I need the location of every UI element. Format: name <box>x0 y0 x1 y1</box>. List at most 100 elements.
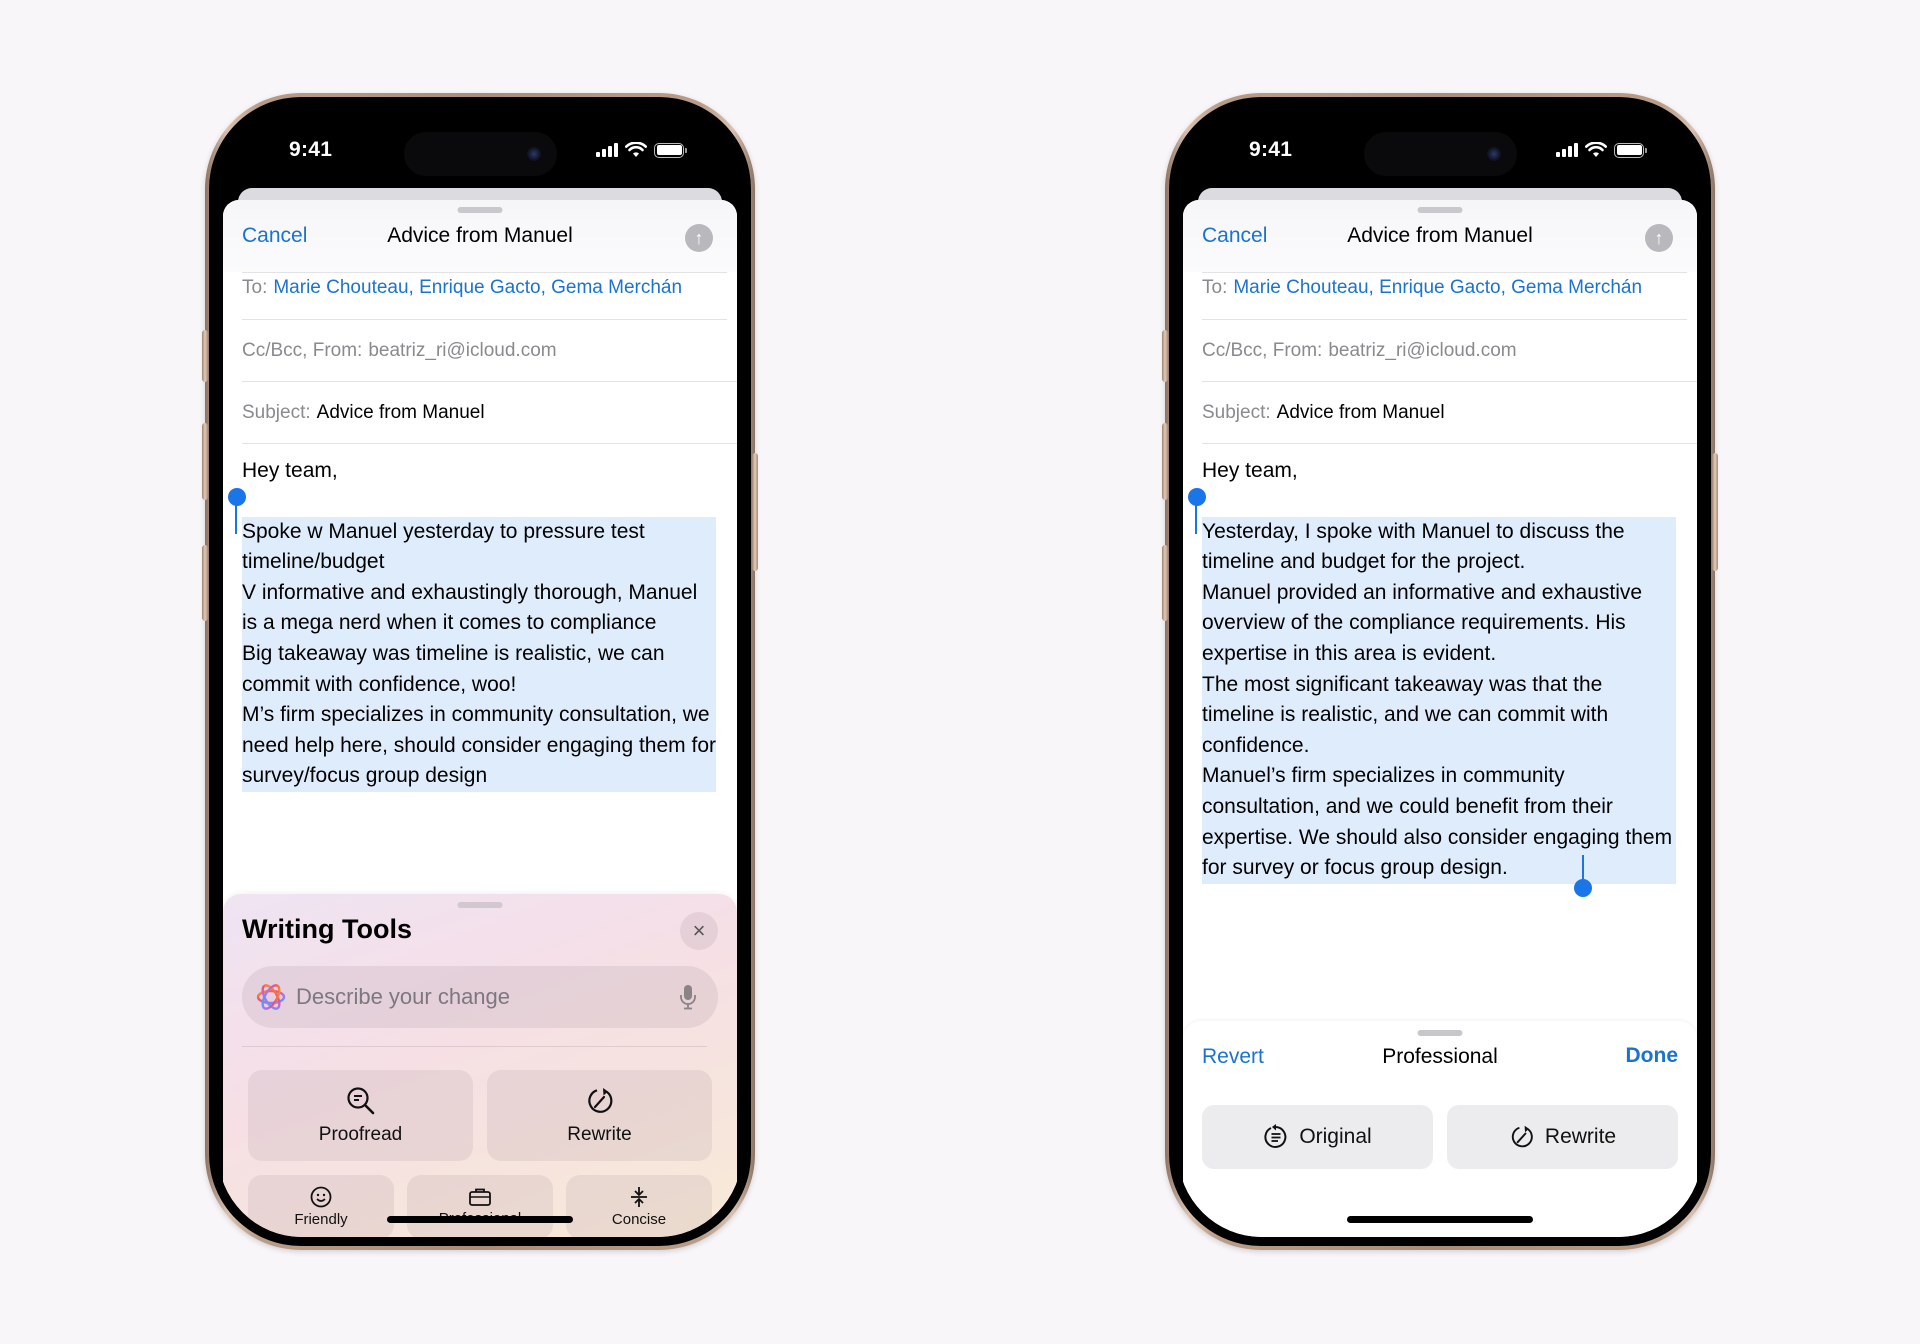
volume-up-button <box>1162 423 1168 500</box>
rewrite-label: Rewrite <box>567 1123 632 1145</box>
battery-icon <box>1614 142 1647 158</box>
rewrite-button[interactable]: Rewrite <box>1447 1105 1678 1169</box>
iphone-left: 9:41 Cancel Advice from Manuel ↑ To: Mar… <box>202 93 758 1250</box>
to-label: To: <box>242 277 268 298</box>
smiley-icon <box>310 1186 332 1208</box>
to-recipients[interactable]: Marie Chouteau, Enrique Gacto, Gema Merc… <box>273 277 682 299</box>
proofread-magnifier-icon <box>346 1086 374 1114</box>
body-paragraph: Yesterday, I spoke with Manuel to discus… <box>1202 519 1625 574</box>
done-button[interactable]: Done <box>1626 1044 1679 1068</box>
send-button[interactable]: ↑ <box>1645 224 1673 252</box>
action-button <box>202 330 208 382</box>
compose-title: Advice from Manuel <box>387 224 573 247</box>
volume-down-button <box>202 545 208 621</box>
volume-up-button <box>202 423 208 500</box>
friendly-button[interactable]: Friendly <box>248 1175 394 1237</box>
professional-button[interactable]: Professional <box>407 1175 553 1237</box>
status-time: 9:41 <box>289 138 333 161</box>
status-bar: 9:41 <box>218 106 742 186</box>
compose-sheet: Cancel Advice from Manuel ↑ To: Marie Ch… <box>1183 200 1697 1237</box>
body-paragraph: Manuel provided an informative and exhau… <box>1202 580 1643 665</box>
status-bar: 9:41 <box>1178 106 1702 186</box>
panel-grabber[interactable] <box>1417 1030 1463 1036</box>
battery-icon <box>654 142 687 158</box>
screen: 9:41 Cancel Advice from Manuel ↑ To: Mar… <box>1178 106 1702 1237</box>
cellular-signal-icon <box>596 143 618 157</box>
front-camera <box>527 147 541 161</box>
writing-tools-title: Writing Tools <box>242 914 412 944</box>
screen: 9:41 Cancel Advice from Manuel ↑ To: Mar… <box>218 106 742 1237</box>
proofread-label: Proofread <box>318 1123 403 1145</box>
text-selection[interactable]: Yesterday, I spoke with Manuel to discus… <box>1188 487 1676 897</box>
rewrite-icon <box>1511 1125 1533 1148</box>
original-label: Original <box>1299 1125 1372 1148</box>
subject-field[interactable]: Subject: Advice from Manuel <box>1202 382 1697 444</box>
side-power-button <box>752 453 758 571</box>
action-button <box>1162 330 1168 382</box>
selection-start-handle[interactable] <box>228 487 246 534</box>
volume-down-button <box>1162 545 1168 621</box>
review-tone-title: Professional <box>1382 1045 1498 1068</box>
status-time: 9:41 <box>1249 138 1293 161</box>
briefcase-icon <box>469 1188 491 1206</box>
compose-title: Advice from Manuel <box>1347 224 1533 247</box>
rewrite-button[interactable]: Rewrite <box>487 1070 712 1161</box>
compose-sheet: Cancel Advice from Manuel ↑ To: Marie Ch… <box>223 200 737 1237</box>
concise-button[interactable]: Concise <box>566 1175 712 1237</box>
rewrite-review-panel: Revert Professional Done Original Rewrit… <box>1183 1021 1697 1237</box>
subject-field[interactable]: Subject: Advice from Manuel <box>242 382 737 444</box>
side-power-button <box>1712 453 1718 571</box>
home-indicator[interactable] <box>1347 1216 1533 1223</box>
sheet-grabber[interactable] <box>1417 207 1463 213</box>
from-address[interactable]: beatriz_ri@icloud.com <box>1328 340 1516 362</box>
arrow-up-icon: ↑ <box>1654 227 1664 248</box>
sheet-grabber[interactable] <box>457 207 503 213</box>
cellular-signal-icon <box>1556 143 1578 157</box>
ccbcc-from-field[interactable]: Cc/Bcc, From: beatriz_ri@icloud.com <box>1202 320 1697 382</box>
selection-end-handle[interactable] <box>1574 854 1592 897</box>
writing-tools-panel: Writing Tools × Describe your change Pro… <box>223 894 737 1237</box>
front-camera <box>1487 147 1501 161</box>
arrow-up-icon: ↑ <box>694 227 704 248</box>
apple-intelligence-icon <box>256 984 286 1010</box>
compress-icon <box>631 1187 647 1207</box>
describe-change-placeholder: Describe your change <box>296 984 511 1009</box>
body-paragraph: V informative and exhaustingly thorough,… <box>242 580 698 635</box>
send-button[interactable]: ↑ <box>685 224 713 252</box>
subject-value[interactable]: Advice from Manuel <box>1277 402 1445 424</box>
ccbcc-from-field[interactable]: Cc/Bcc, From: beatriz_ri@icloud.com <box>242 320 737 382</box>
original-icon <box>1264 1124 1287 1148</box>
panel-grabber[interactable] <box>457 902 503 908</box>
subject-label: Subject: <box>1202 401 1271 423</box>
body-paragraph: Spoke w Manuel yesterday to pressure tes… <box>242 519 645 574</box>
selection-start-handle[interactable] <box>1188 487 1206 534</box>
close-button[interactable]: × <box>680 912 718 950</box>
message-body[interactable]: Hey team, Spoke w Manuel yesterday to pr… <box>223 444 737 792</box>
to-recipients[interactable]: Marie Chouteau, Enrique Gacto, Gema Merc… <box>1233 277 1642 299</box>
to-field[interactable]: To: Marie Chouteau, Enrique Gacto, Gema … <box>1202 272 1687 320</box>
iphone-right: 9:41 Cancel Advice from Manuel ↑ To: Mar… <box>1162 93 1718 1250</box>
body-paragraph: M’s firm specializes in community consul… <box>242 703 716 788</box>
body-paragraph: The most significant takeaway was that t… <box>1202 672 1609 757</box>
friendly-label: Friendly <box>294 1211 348 1228</box>
rewrite-icon <box>587 1087 612 1113</box>
close-icon: × <box>692 918 706 943</box>
body-paragraph: Big takeaway was timeline is realistic, … <box>242 641 665 696</box>
message-body[interactable]: Hey team, Yesterday, I spoke with Manuel… <box>1183 444 1697 897</box>
proofread-button[interactable]: Proofread <box>248 1070 473 1161</box>
wifi-icon <box>1585 142 1607 157</box>
from-address[interactable]: beatriz_ri@icloud.com <box>368 340 556 362</box>
describe-change-input[interactable]: Describe your change <box>242 966 718 1028</box>
ccbcc-from-label: Cc/Bcc, From: <box>1202 339 1323 361</box>
subject-value[interactable]: Advice from Manuel <box>317 402 485 424</box>
home-indicator[interactable] <box>387 1216 573 1223</box>
original-button[interactable]: Original <box>1202 1105 1433 1169</box>
divider <box>242 1046 707 1047</box>
ccbcc-from-label: Cc/Bcc, From: <box>242 339 363 361</box>
concise-label: Concise <box>611 1211 667 1228</box>
microphone-icon[interactable] <box>678 984 698 1010</box>
greeting-text: Hey team, <box>1202 459 1298 482</box>
to-field[interactable]: To: Marie Chouteau, Enrique Gacto, Gema … <box>242 272 727 320</box>
greeting-text: Hey team, <box>242 459 338 482</box>
text-selection[interactable]: Spoke w Manuel yesterday to pressure tes… <box>228 487 716 792</box>
